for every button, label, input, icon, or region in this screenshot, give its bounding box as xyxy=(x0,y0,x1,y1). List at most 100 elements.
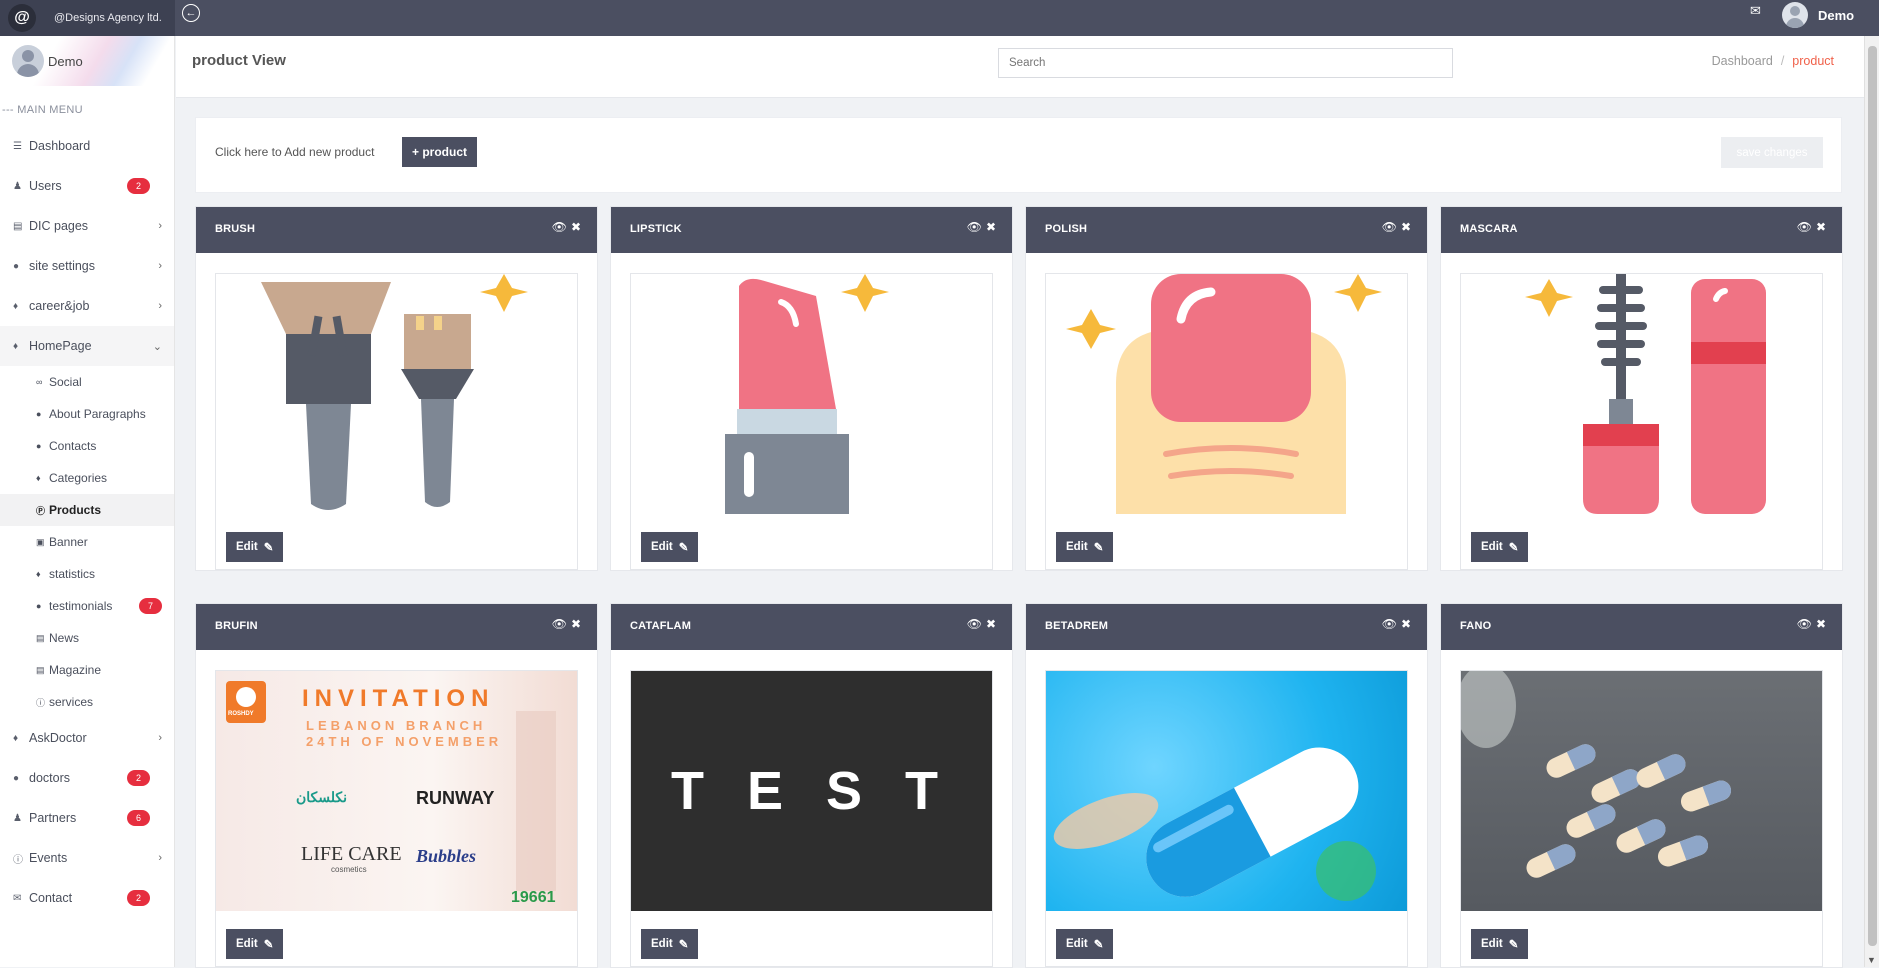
sidebar-subitem-contacts[interactable]: ● Contacts xyxy=(0,430,174,462)
sidebar-item-dic-pages[interactable]: ▤ DIC pages › xyxy=(0,206,174,246)
sidebar-item-career-job[interactable]: ♦ career&job › xyxy=(0,286,174,326)
sidebar-subitem-news[interactable]: ▤ News xyxy=(0,622,174,654)
sidebar-item-users[interactable]: ♟ Users 2 xyxy=(0,166,174,206)
add-product-panel: Click here to Add new product + product … xyxy=(195,117,1842,193)
sidebar-subitem-social[interactable]: ∞ Social xyxy=(0,366,174,398)
edit-button[interactable]: Edit ✎ xyxy=(1471,532,1529,562)
eye-icon[interactable]: 👁 xyxy=(552,220,567,234)
info-icon: ⓘ xyxy=(13,854,23,866)
eye-icon[interactable]: 👁 xyxy=(967,617,982,631)
tag-icon: ♦ xyxy=(13,340,19,352)
search-input[interactable] xyxy=(998,48,1453,78)
close-icon[interactable]: ✖ xyxy=(1816,220,1826,234)
eye-icon[interactable]: 👁 xyxy=(1797,617,1812,631)
sidebar-item-label: Magazine xyxy=(49,663,102,677)
close-icon[interactable]: ✖ xyxy=(986,617,996,631)
edit-label: Edit xyxy=(651,541,673,553)
blue-capsule-photo xyxy=(1046,671,1407,911)
sidebar-item-site-settings[interactable]: ● site settings › xyxy=(0,246,174,286)
circle-icon: ● xyxy=(36,409,42,419)
close-icon[interactable]: ✖ xyxy=(1401,220,1411,234)
eye-icon[interactable]: 👁 xyxy=(552,617,567,631)
close-icon[interactable]: ✖ xyxy=(1401,617,1411,631)
chevron-down-icon: ⌄ xyxy=(152,340,162,353)
poster-line2: 24TH OF NOVEMBER xyxy=(306,734,503,749)
edit-button[interactable]: Edit ✎ xyxy=(226,532,284,562)
edit-button[interactable]: Edit ✎ xyxy=(1056,929,1114,959)
sidebar-item-doctors[interactable]: ● doctors 2 xyxy=(0,758,174,798)
edit-button[interactable]: Edit ✎ xyxy=(641,929,699,959)
sidebar-subitem-products[interactable]: Ⓟ Products xyxy=(0,494,174,526)
edit-button[interactable]: Edit ✎ xyxy=(1056,532,1114,562)
sidebar-item-label: Events xyxy=(29,851,68,865)
scroll-down-icon[interactable]: ▼ xyxy=(1867,955,1876,965)
close-icon[interactable]: ✖ xyxy=(1816,617,1826,631)
card-body: T E S T Edit ✎ xyxy=(630,670,993,967)
eye-icon[interactable]: 👁 xyxy=(1797,220,1812,234)
sidebar-subitem-statistics[interactable]: ♦ statistics xyxy=(0,558,174,590)
sidebar-item-label: services xyxy=(49,695,94,709)
eye-icon[interactable]: 👁 xyxy=(967,220,982,234)
edit-button[interactable]: Edit ✎ xyxy=(1471,929,1529,959)
tag-icon: ♦ xyxy=(36,569,41,579)
sidebar-item-homepage[interactable]: ♦ HomePage ⌄ xyxy=(0,326,174,366)
sidebar-item-label: Dashboard xyxy=(29,139,91,153)
product-card: FANO 👁 ✖ Edit ✎ xyxy=(1440,603,1843,968)
users-icon: ♟ xyxy=(13,812,22,824)
close-icon[interactable]: ✖ xyxy=(986,220,996,234)
sidebar-subitem-testimonials[interactable]: ● testimonials 7 xyxy=(0,590,174,622)
brand[interactable]: @ @Designs Agency ltd. xyxy=(0,0,175,36)
page-scrollbar[interactable]: ▼ xyxy=(1864,36,1879,967)
edit-icon: ✎ xyxy=(1508,542,1519,554)
chevron-right-icon: › xyxy=(158,220,162,232)
scrollbar-thumb[interactable] xyxy=(1868,46,1877,946)
product-card: CATAFLAM 👁 ✖ T E S T Edit ✎ xyxy=(610,603,1013,968)
add-product-button[interactable]: + product xyxy=(402,137,478,167)
sidebar-subitem-banner[interactable]: ▣ Banner xyxy=(0,526,174,558)
user-menu[interactable]: Demo xyxy=(1782,2,1854,28)
sidebar-item-label: Products xyxy=(49,503,102,517)
sidebar-item-label: Categories xyxy=(49,471,108,485)
sidebar-subitem-about-paragraphs[interactable]: ● About Paragraphs xyxy=(0,398,174,430)
sidebar-subitem-services[interactable]: ⓘ services xyxy=(0,686,174,718)
sidebar-item-askdoctor[interactable]: ♦ AskDoctor › xyxy=(0,718,174,758)
sidebar-profile[interactable]: Demo xyxy=(0,36,174,86)
sidebar-item-contact[interactable]: ✉ Contact 2 xyxy=(0,878,174,918)
sidebar-item-label: HomePage xyxy=(29,339,92,353)
card-body: Edit ✎ xyxy=(1460,273,1823,570)
close-icon[interactable]: ✖ xyxy=(571,220,581,234)
poster-hotline: 19661 xyxy=(511,889,556,906)
sidebar-item-label: About Paragraphs xyxy=(49,407,146,421)
eye-icon[interactable]: 👁 xyxy=(1382,617,1397,631)
poster-title: INVITATION xyxy=(302,685,495,712)
brand-logo: @ xyxy=(8,4,36,32)
poster-line1: LEBANON BRANCH xyxy=(306,718,487,733)
product-name: MASCARA xyxy=(1460,223,1518,235)
breadcrumb-dashboard[interactable]: Dashboard xyxy=(1712,54,1773,68)
sidebar-subitem-magazine[interactable]: ▤ Magazine xyxy=(0,654,174,686)
card-header: BRUSH 👁 ✖ xyxy=(196,207,597,253)
sidebar-item-label: doctors xyxy=(29,771,70,785)
sidebar-item-events[interactable]: ⓘ Events › xyxy=(0,838,174,878)
card-body: Edit ✎ xyxy=(215,273,578,570)
sidebar-item-partners[interactable]: ♟ Partners 6 xyxy=(0,798,174,838)
sidebar-item-dashboard[interactable]: ☰ Dashboard xyxy=(0,126,174,166)
mail-icon[interactable]: ✉ xyxy=(1750,3,1761,19)
product-name: BRUFIN xyxy=(215,620,258,632)
edit-button[interactable]: Edit ✎ xyxy=(641,532,699,562)
sidebar-item-label: DIC pages xyxy=(29,219,89,233)
close-icon[interactable]: ✖ xyxy=(571,617,581,631)
eye-icon[interactable]: 👁 xyxy=(1382,220,1397,234)
product-card: POLISH 👁 ✖ Edit ✎ xyxy=(1025,206,1428,571)
breadcrumb: Dashboard / product xyxy=(1711,54,1834,68)
circle-icon: ● xyxy=(13,260,20,272)
edit-label: Edit xyxy=(236,938,258,950)
sidebar-subitem-categories[interactable]: ♦ Categories xyxy=(0,462,174,494)
edit-button[interactable]: Edit ✎ xyxy=(226,929,284,959)
circle-icon: ● xyxy=(36,601,42,611)
card-header: BRUFIN 👁 ✖ xyxy=(196,604,597,650)
product-name: FANO xyxy=(1460,620,1492,632)
product-card: LIPSTICK 👁 ✖ Edit ✎ xyxy=(610,206,1013,571)
back-circle-icon[interactable]: ← xyxy=(182,4,200,22)
save-changes-button[interactable]: save changes xyxy=(1721,137,1823,168)
